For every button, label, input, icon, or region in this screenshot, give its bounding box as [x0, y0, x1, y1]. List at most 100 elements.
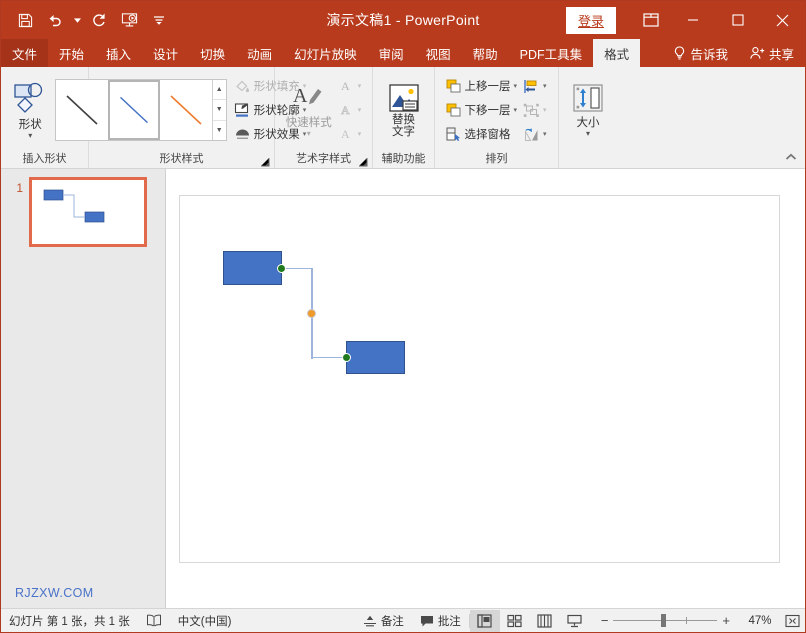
shape-effects-icon	[235, 129, 249, 139]
group-label-accessibility: 辅助功能	[381, 153, 426, 165]
size-icon	[573, 84, 603, 112]
language-status[interactable]: 中文(中国)	[170, 609, 240, 632]
close-button[interactable]	[760, 1, 805, 39]
ribbon-group-accessibility: 替换 文字 辅助功能	[373, 67, 435, 168]
redo-icon[interactable]	[85, 6, 113, 34]
undo-icon[interactable]	[41, 6, 69, 34]
tab-file[interactable]: 文件	[1, 39, 49, 67]
gallery-scroll-up-icon[interactable]: ▲	[212, 80, 226, 101]
tab-design[interactable]: 设计	[142, 39, 189, 67]
notes-button[interactable]: 备注	[355, 609, 412, 632]
maximize-button[interactable]	[715, 1, 760, 39]
gallery-scroll-buttons[interactable]: ▲ ▼ ▼	[211, 80, 226, 140]
connector-end-handle[interactable]	[342, 353, 351, 362]
svg-text:A: A	[341, 103, 350, 117]
tab-transitions[interactable]: 切换	[189, 39, 236, 67]
tab-review[interactable]: 审阅	[368, 39, 415, 67]
undo-dropdown-icon[interactable]	[71, 6, 83, 34]
group-label-shape-styles: 形状样式	[89, 151, 274, 168]
shapes-label: 形状	[18, 119, 42, 131]
align-dropdown-icon[interactable]: ▾	[543, 83, 547, 90]
spellcheck-icon[interactable]	[138, 609, 170, 632]
align-button[interactable]: ▾	[521, 75, 549, 97]
fit-to-window-button[interactable]	[779, 614, 805, 628]
gallery-item-line-black[interactable]	[55, 80, 108, 140]
size-button[interactable]: 大小 ▾	[564, 81, 612, 139]
alt-text-icon	[388, 83, 419, 112]
tab-view[interactable]: 视图	[415, 39, 462, 67]
tab-animations[interactable]: 动画	[236, 39, 283, 67]
gallery-scroll-down-icon[interactable]: ▼	[212, 100, 226, 121]
collapse-ribbon-icon[interactable]	[785, 153, 797, 164]
bring-forward-button[interactable]: 上移一层 ▾	[444, 75, 519, 97]
tab-bar-right: 告诉我 共享	[662, 39, 805, 67]
view-button-normal[interactable]	[469, 609, 500, 632]
customize-qat-icon[interactable]	[145, 6, 173, 34]
ribbon-display-options-icon[interactable]	[632, 1, 670, 39]
tab-insert[interactable]: 插入	[95, 39, 142, 67]
slideshow-view-icon	[567, 614, 582, 627]
rectangle-shape-2[interactable]	[346, 341, 405, 374]
zoom-track[interactable]	[613, 614, 718, 627]
view-button-reading[interactable]	[530, 610, 560, 632]
send-backward-dropdown-icon[interactable]: ▾	[513, 107, 517, 114]
zoom-out-button[interactable]: −	[596, 613, 614, 628]
size-dropdown-icon[interactable]: ▾	[586, 130, 590, 138]
notes-label: 备注	[380, 615, 404, 628]
slide-canvas[interactable]	[179, 195, 780, 563]
share-button[interactable]: 共享	[739, 39, 805, 67]
gallery-item-line-blue[interactable]	[107, 80, 160, 140]
tab-slideshow[interactable]: 幻灯片放映	[283, 39, 368, 67]
sign-in-button[interactable]: 登录	[565, 6, 616, 34]
slide-count-status[interactable]: 幻灯片 第 1 张，共 1 张	[1, 609, 138, 632]
view-button-slide-sorter[interactable]	[500, 610, 530, 632]
notes-icon	[363, 615, 376, 626]
thumbnail-row: 1	[1, 177, 165, 247]
shape-styles-dialog-launcher[interactable]	[260, 156, 270, 167]
tab-home[interactable]: 开始	[48, 39, 95, 67]
wordart-dialog-launcher[interactable]	[358, 156, 368, 167]
zoom-percentage[interactable]: 47%	[741, 615, 779, 627]
shapes-dropdown-icon[interactable]: ▾	[28, 132, 32, 140]
rectangle-shape-1[interactable]	[223, 251, 282, 285]
comments-button[interactable]: 批注	[412, 609, 469, 632]
tab-help[interactable]: 帮助	[462, 39, 509, 67]
bring-forward-dropdown-icon[interactable]: ▾	[513, 83, 517, 90]
tell-me-button[interactable]: 告诉我	[662, 39, 739, 67]
slide-canvas-pane[interactable]	[166, 169, 805, 608]
text-effects-button: A ▾	[337, 123, 364, 145]
alt-text-button[interactable]: 替换 文字	[378, 81, 430, 140]
connector-adjust-handle[interactable]	[307, 309, 316, 318]
connector-segment-top[interactable]	[282, 267, 312, 269]
quick-access-toolbar	[1, 6, 173, 34]
minimize-button[interactable]	[670, 1, 715, 39]
shape-styles-gallery[interactable]: ▲ ▼ ▼	[54, 79, 227, 141]
zoom-thumb[interactable]	[661, 614, 667, 627]
send-backward-button[interactable]: 下移一层 ▾	[444, 99, 519, 121]
text-outline-icon: A	[340, 103, 350, 118]
view-button-slideshow[interactable]	[560, 610, 590, 632]
rotate-button[interactable]: ▾	[521, 123, 549, 145]
tab-pdf-tools[interactable]: PDF工具集	[509, 39, 594, 67]
gallery-item-line-orange[interactable]	[159, 80, 212, 140]
zoom-in-button[interactable]: +	[717, 613, 735, 628]
rotate-dropdown-icon[interactable]: ▾	[543, 131, 547, 138]
selection-pane-label: 选择窗格	[464, 129, 511, 141]
wordart-quick-styles-dropdown-icon[interactable]: ▾	[307, 130, 311, 138]
group-button: ▾	[521, 99, 549, 121]
zoom-slider[interactable]: − +	[590, 613, 741, 628]
gallery-more-icon[interactable]: ▼	[213, 121, 226, 140]
status-bar-right: 备注 批注 − + 47%	[355, 609, 805, 632]
selection-pane-button[interactable]: 选择窗格	[444, 123, 519, 145]
slide-thumbnail-1[interactable]	[29, 177, 147, 247]
ribbon-tab-bar: 文件 开始 插入 设计 切换 动画 幻灯片放映 审阅 视图 帮助 PDF工具集 …	[1, 39, 805, 67]
work-area: 1 RJZXW.COM	[1, 169, 805, 608]
start-slideshow-icon[interactable]	[115, 6, 143, 34]
tab-format[interactable]: 格式	[593, 39, 641, 67]
save-icon[interactable]	[11, 6, 39, 34]
wordart-quick-styles-button[interactable]: A 快速样式 ▾	[284, 81, 334, 139]
shapes-icon	[14, 82, 43, 113]
shapes-button[interactable]: 形状 ▾	[7, 79, 53, 141]
lightbulb-icon	[673, 46, 686, 60]
connector-start-handle[interactable]	[277, 264, 286, 273]
